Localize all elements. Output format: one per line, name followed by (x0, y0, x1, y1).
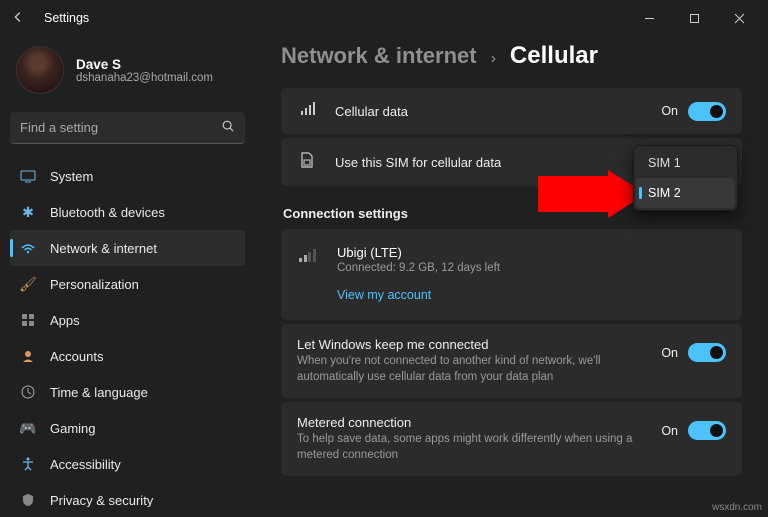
row-title: Metered connection (297, 415, 643, 430)
annotation-arrow (538, 170, 648, 218)
toggle-state: On (661, 104, 678, 118)
shield-icon (20, 492, 36, 507)
search-input[interactable] (20, 120, 221, 135)
avatar (16, 46, 64, 94)
toggle-state: On (661, 424, 678, 438)
search-icon (221, 119, 235, 136)
profile-email: dshanaha23@hotmail.com (76, 72, 213, 84)
accessibility-icon (20, 456, 36, 472)
row-title: Let Windows keep me connected (297, 337, 643, 352)
sidebar-item-accessibility[interactable]: Accessibility (10, 446, 245, 482)
gamepad-icon: 🎮 (20, 420, 36, 436)
wifi-icon (20, 240, 36, 256)
sidebar-item-apps[interactable]: Apps (10, 302, 245, 338)
toggle-cellular-data[interactable] (688, 102, 726, 121)
minimize-button[interactable] (627, 3, 672, 33)
person-icon (20, 348, 36, 364)
breadcrumb-current: Cellular (510, 42, 598, 70)
sim-icon (297, 151, 317, 173)
bluetooth-icon: ✱ (20, 204, 36, 220)
sim-dropdown[interactable]: SIM 1 SIM 2 (633, 145, 738, 211)
toggle-state: On (661, 346, 678, 360)
provider-card[interactable]: Ubigi (LTE) Connected: 9.2 GB, 12 days l… (281, 229, 742, 320)
sidebar-item-label: Gaming (50, 421, 96, 436)
chevron-right-icon: › (491, 50, 496, 68)
sidebar-item-personalization[interactable]: 🖌 Personalization (10, 266, 245, 302)
sidebar-item-label: Accessibility (50, 457, 121, 472)
provider-status: Connected: 9.2 GB, 12 days left (337, 262, 500, 274)
window-controls (627, 3, 762, 33)
row-title: Use this SIM for cellular data (335, 155, 598, 170)
sidebar-item-privacy[interactable]: Privacy & security (10, 482, 245, 507)
breadcrumb: Network & internet › Cellular (281, 42, 742, 70)
row-metered[interactable]: Metered connection To help save data, so… (281, 402, 742, 476)
sidebar-item-label: Privacy & security (50, 493, 153, 508)
sidebar-item-label: System (50, 169, 93, 184)
search-box[interactable] (10, 112, 245, 144)
titlebar: Settings (0, 0, 768, 36)
signal-strength-icon (299, 245, 319, 262)
sidebar-item-bluetooth[interactable]: ✱ Bluetooth & devices (10, 194, 245, 230)
sidebar: Dave S dshanaha23@hotmail.com System ✱ B… (0, 36, 255, 517)
profile-block[interactable]: Dave S dshanaha23@hotmail.com (10, 36, 245, 112)
sidebar-item-label: Time & language (50, 385, 148, 400)
row-title: Cellular data (335, 104, 643, 119)
maximize-button[interactable] (672, 3, 717, 33)
toggle-keep-connected[interactable] (688, 343, 726, 362)
sidebar-item-label: Accounts (50, 349, 103, 364)
close-button[interactable] (717, 3, 762, 33)
provider-name: Ubigi (LTE) (337, 245, 500, 260)
signal-bars-icon (297, 101, 317, 121)
sidebar-item-label: Network & internet (50, 241, 157, 256)
view-account-link[interactable]: View my account (337, 288, 431, 302)
watermark: wsxdn.com (712, 502, 762, 513)
profile-name: Dave S (76, 57, 213, 72)
sidebar-item-label: Apps (50, 313, 80, 328)
sidebar-item-label: Personalization (50, 277, 139, 292)
content-area: Network & internet › Cellular Cellular d… (255, 36, 768, 517)
breadcrumb-parent[interactable]: Network & internet (281, 43, 477, 69)
row-cellular-data[interactable]: Cellular data On (281, 88, 742, 134)
sim-option-2[interactable]: SIM 2 (636, 178, 735, 208)
back-button[interactable] (6, 10, 30, 27)
sidebar-item-gaming[interactable]: 🎮 Gaming (10, 410, 245, 446)
system-icon (20, 168, 36, 184)
sidebar-item-label: Bluetooth & devices (50, 205, 165, 220)
row-sub: To help save data, some apps might work … (297, 432, 643, 463)
sim-option-1[interactable]: SIM 1 (636, 148, 735, 178)
sidebar-item-accounts[interactable]: Accounts (10, 338, 245, 374)
brush-icon: 🖌 (20, 276, 36, 292)
sidebar-item-time[interactable]: Time & language (10, 374, 245, 410)
window-title: Settings (44, 11, 89, 25)
row-keep-connected[interactable]: Let Windows keep me connected When you'r… (281, 324, 742, 398)
sidebar-item-network[interactable]: Network & internet (10, 230, 245, 266)
row-sub: When you're not connected to another kin… (297, 354, 643, 385)
toggle-metered[interactable] (688, 421, 726, 440)
clock-icon (20, 384, 36, 400)
sidebar-item-system[interactable]: System (10, 158, 245, 194)
apps-icon (20, 312, 36, 328)
